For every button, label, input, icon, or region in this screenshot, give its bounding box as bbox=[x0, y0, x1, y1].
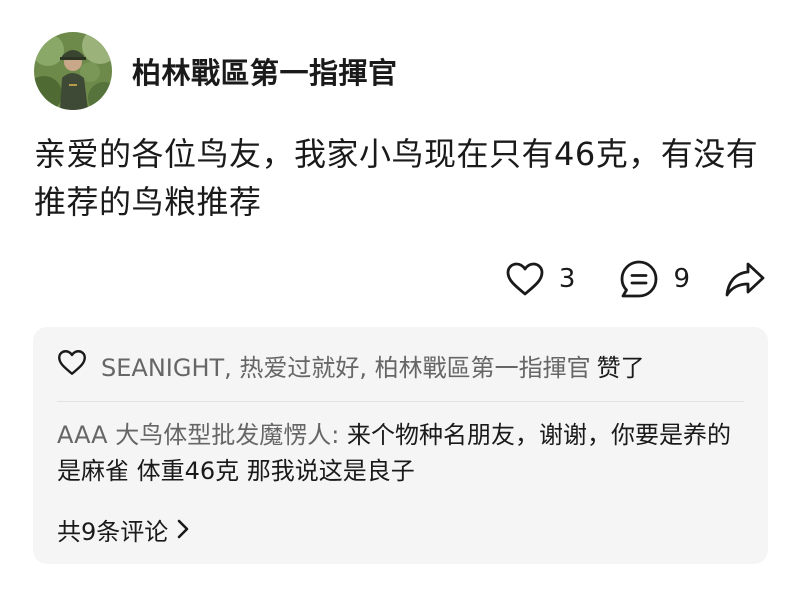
post-header: 柏林戰區第一指揮官 bbox=[34, 32, 398, 110]
likes-summary[interactable]: SEANIGHT, 热爱过就好, 柏林戰區第一指揮官 赞了 bbox=[57, 345, 645, 385]
like-button[interactable]: 3 bbox=[505, 261, 576, 297]
comments-panel: SEANIGHT, 热爱过就好, 柏林戰區第一指揮官 赞了 AAA 大鸟体型批发… bbox=[33, 327, 768, 564]
comment-count: 9 bbox=[673, 264, 690, 294]
heart-outline-icon bbox=[505, 261, 545, 297]
view-all-label: 共9条评论 bbox=[57, 517, 169, 546]
action-bar: 3 9 bbox=[505, 256, 766, 302]
comment-bubble-icon bbox=[619, 259, 659, 299]
likes-suffix: 赞了 bbox=[596, 353, 645, 382]
comment-button[interactable]: 9 bbox=[619, 259, 690, 299]
likers-list[interactable]: SEANIGHT, 热爱过就好, 柏林戰區第一指揮官 bbox=[101, 348, 591, 383]
share-arrow-icon bbox=[724, 260, 766, 298]
like-count: 3 bbox=[558, 264, 576, 294]
share-button[interactable] bbox=[724, 260, 766, 298]
view-all-comments-link[interactable]: 共9条评论 bbox=[57, 511, 190, 547]
heart-outline-icon bbox=[57, 349, 87, 382]
avatar[interactable] bbox=[34, 32, 112, 110]
divider bbox=[57, 401, 744, 402]
chevron-right-icon bbox=[168, 518, 190, 540]
author-name[interactable]: 柏林戰區第一指揮官 bbox=[132, 50, 398, 92]
commenter-name[interactable]: AAA 大鸟体型批发魔愣人: bbox=[57, 421, 339, 449]
post-text: 亲爱的各位鸟友，我家小鸟现在只有46克，有没有推荐的鸟粮推荐 bbox=[34, 135, 759, 221]
top-comment[interactable]: AAA 大鸟体型批发魔愣人: 来个物种名朋友，谢谢，你要是养的是麻雀 体重46克… bbox=[57, 417, 737, 489]
